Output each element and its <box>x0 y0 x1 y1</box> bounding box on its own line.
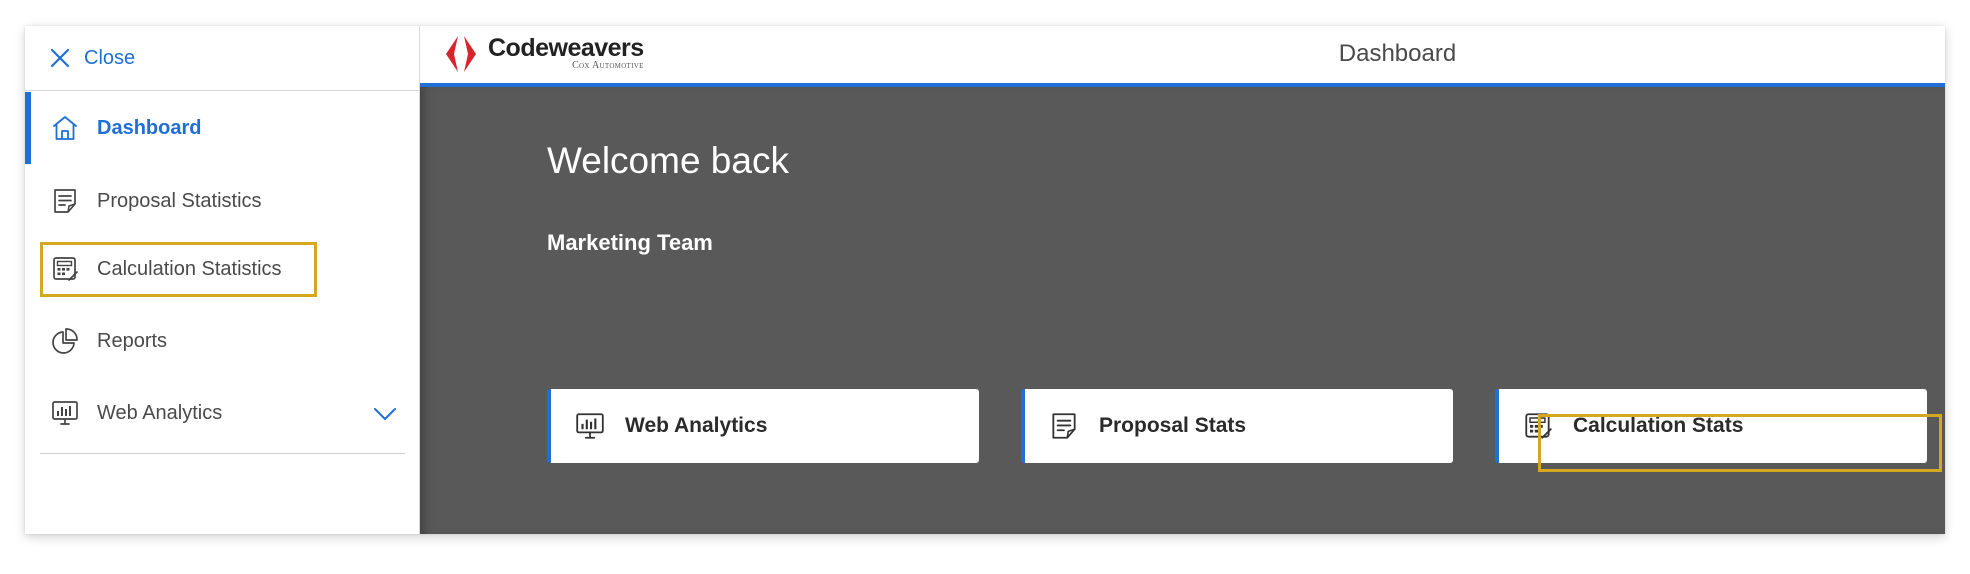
welcome-heading: Welcome back <box>547 140 789 181</box>
sidebar-item-label: Calculation Statistics <box>97 257 282 280</box>
document-icon <box>1047 409 1081 443</box>
top-header: Codeweavers Cox Automotive Dashboard <box>420 26 1945 84</box>
sidebar-item-label: Web Analytics <box>97 401 223 424</box>
team-name: Marketing Team <box>547 230 713 255</box>
sidebar-item-label: Dashboard <box>97 116 202 139</box>
app-window: Close Dashboard Proposal Statistics Calc… <box>25 26 1945 534</box>
home-icon <box>49 112 81 144</box>
calculator-icon <box>49 253 81 285</box>
sidebar-item-label: Proposal Statistics <box>97 189 262 212</box>
nav-divider <box>40 453 405 454</box>
sidebar: Close Dashboard Proposal Statistics Calc… <box>25 26 420 534</box>
card-calculation-stats[interactable]: Calculation Stats <box>1495 389 1927 463</box>
analytics-monitor-icon <box>573 409 607 443</box>
close-icon <box>50 48 70 68</box>
sidebar-item-proposal-statistics[interactable]: Proposal Statistics <box>25 165 420 237</box>
card-proposal-stats[interactable]: Proposal Stats <box>1021 389 1453 463</box>
card-label: Proposal Stats <box>1099 414 1247 437</box>
close-button[interactable]: Close <box>25 26 420 91</box>
document-icon <box>49 185 81 217</box>
card-label: Calculation Stats <box>1573 414 1744 437</box>
close-label: Close <box>84 46 136 69</box>
sidebar-item-reports[interactable]: Reports <box>25 305 420 377</box>
card-label: Web Analytics <box>625 414 768 437</box>
calculator-icon <box>1521 409 1555 443</box>
page-title: Dashboard <box>1338 40 1457 67</box>
pie-chart-icon <box>49 325 81 357</box>
chevron-down-icon[interactable] <box>372 401 398 427</box>
sidebar-item-dashboard[interactable]: Dashboard <box>25 92 420 164</box>
card-web-analytics[interactable]: Web Analytics <box>547 389 979 463</box>
sidebar-item-calculation-statistics[interactable]: Calculation Statistics <box>25 233 420 305</box>
sidebar-item-label: Reports <box>97 329 168 352</box>
active-indicator <box>25 92 31 164</box>
sidebar-item-web-analytics[interactable]: Web Analytics <box>25 377 420 449</box>
dashboard-main: Welcome back Marketing Team Web Analytic… <box>420 87 1945 534</box>
analytics-monitor-icon <box>49 397 81 429</box>
